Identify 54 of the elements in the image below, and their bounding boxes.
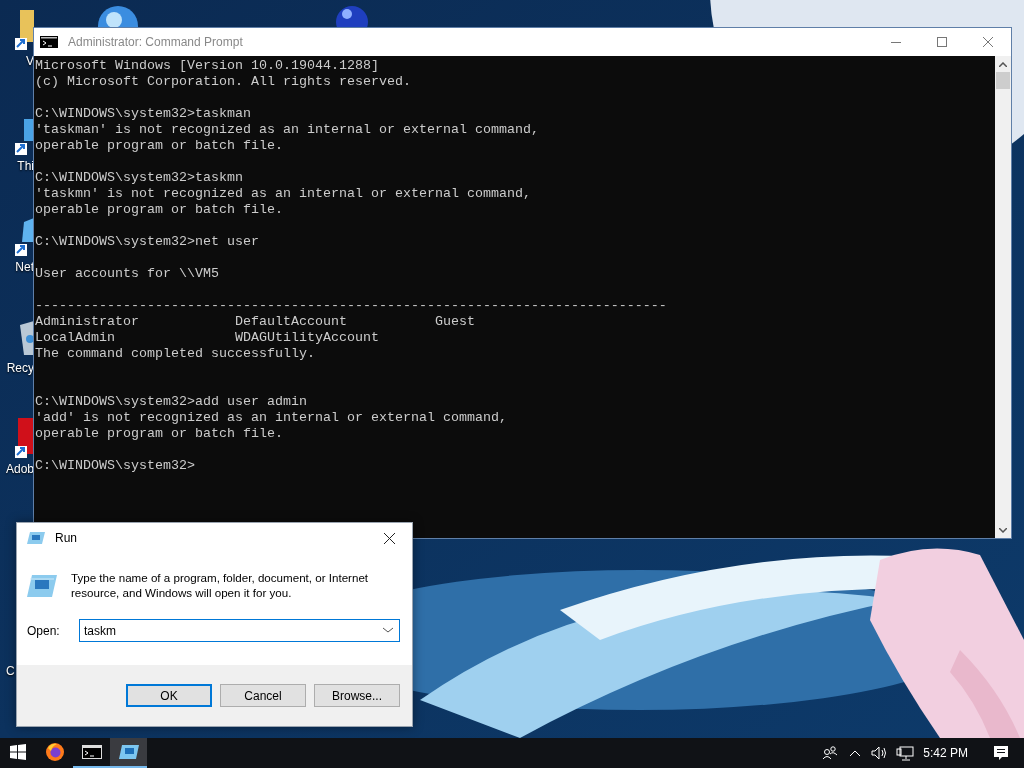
console-line: ------------------------------------------------------------------------------- — [35, 298, 668, 314]
console-line: (c) Microsoft Corporation. All rights reserved. — [35, 74, 412, 90]
speaker-icon[interactable] — [870, 746, 889, 760]
console-line: Microsoft Windows [Version 10.0.19044.1288] — [35, 58, 380, 74]
browser-icon — [44, 742, 65, 762]
chevron-up-icon[interactable] — [848, 749, 861, 757]
console-line: operable program or batch file. — [35, 138, 284, 154]
run-icon — [27, 575, 57, 597]
desktop-icon-label: C — [6, 664, 15, 678]
scrollbar[interactable] — [995, 56, 1011, 538]
desktop-icon-label: Adob — [5, 462, 34, 476]
close-icon — [983, 37, 993, 47]
maximize-icon — [937, 37, 947, 47]
console-line: C:\WINDOWS\system32> — [35, 458, 196, 474]
desktop-icon-label: Net — [15, 260, 34, 274]
close-icon — [383, 532, 395, 544]
run-icon — [27, 532, 45, 544]
console-line: 'taskman' is not recognized as an internal or external command, — [35, 122, 540, 138]
dialog-title: Run — [55, 531, 78, 545]
window-title: Administrator: Command Prompt — [68, 35, 244, 49]
console-line: C:\WINDOWS\system32>net user — [35, 234, 260, 250]
notification-icon[interactable] — [993, 745, 1009, 761]
console-line: C:\WINDOWS\system32>taskmn — [35, 170, 244, 186]
console-line: 'taskmn' is not recognized as an internal or external command, — [35, 186, 532, 202]
description: Type the name of a program, folder, document, or Internet resource, and Windows will open it for you. — [71, 570, 370, 600]
desktop-icon-label: V — [26, 54, 34, 68]
console-line: operable program or batch file. — [35, 426, 284, 442]
console-line: The command completed successfully. — [35, 346, 316, 362]
desktop-icon-label: Recy — [6, 361, 34, 375]
desktop-icon-label: Thi — [17, 159, 34, 173]
field-label: Open: — [27, 623, 61, 638]
console-line: C:\WINDOWS\system32>taskman — [35, 106, 252, 122]
console-line: 'add' is not recognized as an internal or external command, — [35, 410, 508, 426]
windows-logo-icon — [10, 744, 26, 760]
console-line: Administrator DefaultAccount Guest — [35, 314, 476, 330]
taskbar-button[interactable] — [110, 738, 147, 768]
console-line: operable program or batch file. — [35, 202, 284, 218]
console-line: User accounts for \\VM5 — [35, 266, 220, 282]
console-line: LocalAdmin WDAGUtilityAccount — [35, 330, 380, 346]
terminal-icon — [40, 36, 58, 48]
scroll-down-icon — [999, 527, 1007, 533]
dialog-button[interactable]: Cancel — [220, 684, 306, 707]
scrollbar-thumb[interactable] — [996, 72, 1010, 89]
clock[interactable]: 5:42 PM — [917, 746, 978, 760]
open-combo-field[interactable]: taskm — [79, 619, 400, 642]
network-icon[interactable] — [895, 745, 914, 761]
terminal-icon — [81, 745, 102, 759]
run-icon — [117, 744, 140, 760]
dialog-button[interactable]: Browse... — [314, 684, 400, 707]
console-line: C:\WINDOWS\system32>add user admin — [35, 394, 308, 410]
dialog-button[interactable]: OK — [126, 684, 212, 707]
people-icon[interactable] — [821, 746, 838, 760]
minimize-icon — [891, 41, 901, 43]
scroll-up-icon — [999, 61, 1007, 67]
